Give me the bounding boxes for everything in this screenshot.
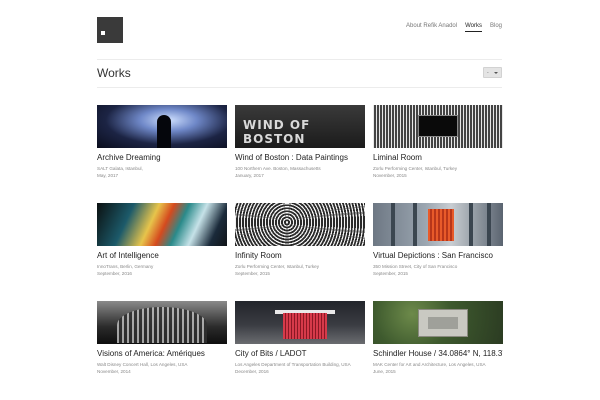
work-thumbnail[interactable] xyxy=(97,105,227,148)
work-title[interactable]: Virtual Depictions : San Francisco xyxy=(373,251,503,261)
silhouette-figure xyxy=(157,115,171,148)
work-title[interactable]: Art of Intelligence xyxy=(97,251,227,261)
title-divider xyxy=(97,87,502,88)
work-location: Zorlu Performing Center, Istanbul, Turke… xyxy=(235,264,319,269)
facade-projection xyxy=(428,209,454,241)
header-divider xyxy=(97,59,502,60)
work-location: InnoTrans, Berlin, Germany xyxy=(97,264,154,269)
work-date: September, 2016 xyxy=(97,271,132,276)
work-card-virtual-depictions[interactable]: Virtual Depictions : San Francisco 350 M… xyxy=(373,203,503,287)
building-facade xyxy=(283,313,327,339)
work-thumbnail[interactable] xyxy=(235,203,365,246)
logo-mark xyxy=(101,31,105,35)
work-thumbnail[interactable] xyxy=(373,203,503,246)
work-date: September, 2015 xyxy=(235,271,270,276)
nav-works[interactable]: Works xyxy=(465,23,482,32)
work-date: January, 2017 xyxy=(235,173,264,178)
work-date: June, 2015 xyxy=(373,369,396,374)
work-title[interactable]: Wind of Boston : Data Paintings xyxy=(235,153,365,163)
work-location: Los Angeles Department of Transportation… xyxy=(235,362,351,367)
building-column xyxy=(487,203,491,246)
work-title[interactable]: Archive Dreaming xyxy=(97,153,227,163)
work-date: September, 2015 xyxy=(373,271,408,276)
work-location: SALT Galata, Istanbul, xyxy=(97,166,143,171)
work-card-city-of-bits[interactable]: City of Bits / LADOT Los Angeles Departm… xyxy=(235,301,365,385)
building-column xyxy=(391,203,395,246)
thumbnail-text: WIND OF BOSTON xyxy=(243,118,311,146)
nav-blog[interactable]: Blog xyxy=(490,23,502,32)
building-column xyxy=(469,203,473,246)
work-card-schindler-house[interactable]: Schindler House / 34.0864° N, 118.3722° … xyxy=(373,301,503,385)
page-title: Works xyxy=(97,66,131,80)
room-corridor xyxy=(418,115,458,137)
work-card-archive-dreaming[interactable]: Archive Dreaming SALT Galata, Istanbul, … xyxy=(97,105,227,189)
work-thumbnail[interactable] xyxy=(97,301,227,344)
house-roof-detail xyxy=(428,317,458,329)
work-location: MAK Center for Art and Architecture, Los… xyxy=(373,362,486,367)
site-logo[interactable] xyxy=(97,17,123,43)
work-title[interactable]: Liminal Room xyxy=(373,153,503,163)
work-card-infinity-room[interactable]: Infinity Room Zorlu Performing Center, I… xyxy=(235,203,365,287)
filter-dropdown-value: - xyxy=(487,70,489,76)
work-location: Zorlu Performing Center, Istanbul, Turke… xyxy=(373,166,457,171)
work-location: Walt Disney Concert Hall, Los Angeles, U… xyxy=(97,362,188,367)
chevron-down-icon xyxy=(494,72,498,74)
work-card-visions-of-america[interactable]: Visions of America: Amériques Walt Disne… xyxy=(97,301,227,385)
work-location: 100 Northern Ave. Boston, Massachusetts xyxy=(235,166,321,171)
work-card-liminal-room[interactable]: Liminal Room Zorlu Performing Center, Is… xyxy=(373,105,503,189)
work-title[interactable]: Schindler House / 34.0864° N, 118.3722° xyxy=(373,349,503,359)
work-title[interactable]: Visions of America: Amériques xyxy=(97,349,227,359)
work-date: May, 2017 xyxy=(97,173,119,178)
main-nav: About Refik Anadol Works Blog xyxy=(406,23,502,32)
work-thumbnail[interactable] xyxy=(373,105,503,148)
work-location: 350 Mission Street, City of San Francisc… xyxy=(373,264,458,269)
work-card-wind-of-boston[interactable]: WIND OF BOSTON Wind of Boston : Data Pai… xyxy=(235,105,365,189)
work-title[interactable]: Infinity Room xyxy=(235,251,365,261)
filter-dropdown[interactable]: - xyxy=(483,67,502,78)
work-thumbnail[interactable] xyxy=(97,203,227,246)
works-grid: Archive Dreaming SALT Galata, Istanbul, … xyxy=(97,105,503,385)
work-card-art-of-intelligence[interactable]: Art of Intelligence InnoTrans, Berlin, G… xyxy=(97,203,227,287)
work-thumbnail[interactable] xyxy=(373,301,503,344)
nav-about[interactable]: About Refik Anadol xyxy=(406,23,457,32)
work-date: November, 2015 xyxy=(373,173,407,178)
work-thumbnail[interactable] xyxy=(235,301,365,344)
work-thumbnail[interactable]: WIND OF BOSTON xyxy=(235,105,365,148)
work-date: December, 2016 xyxy=(235,369,269,374)
concert-hall-arch xyxy=(117,307,207,343)
work-title[interactable]: City of Bits / LADOT xyxy=(235,349,365,359)
building-column xyxy=(413,203,417,246)
work-date: November, 2014 xyxy=(97,369,131,374)
